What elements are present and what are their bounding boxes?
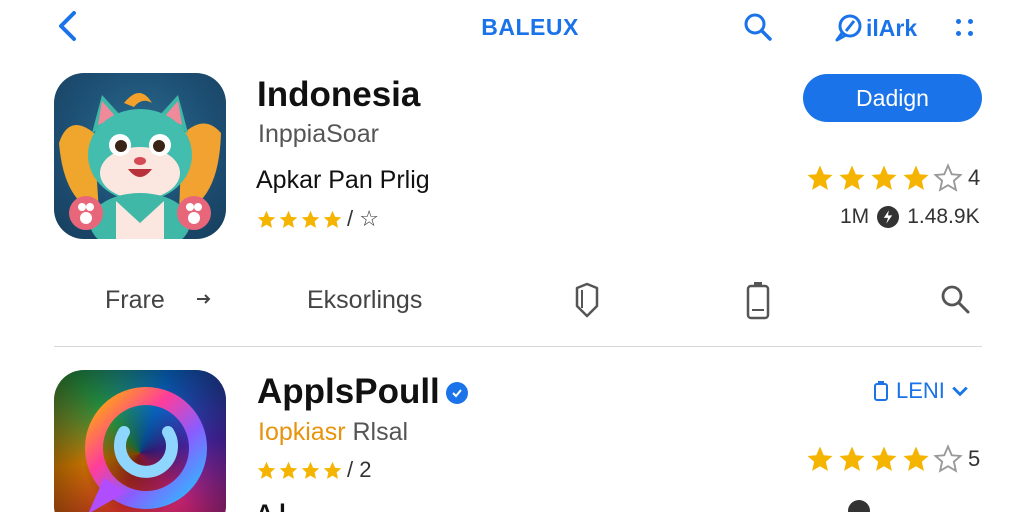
battery-icon	[874, 381, 888, 401]
app-description-partial: A l	[256, 500, 286, 512]
chat-bubble-icon	[85, 387, 207, 512]
star-icon	[323, 210, 342, 228]
star-icon	[807, 165, 833, 190]
rating-count: 5	[968, 446, 981, 471]
account-link[interactable]: ilArk	[832, 14, 917, 42]
cat-mascot-icon	[59, 93, 221, 239]
star-icon	[257, 210, 276, 228]
app-title[interactable]: ApplsPoull	[257, 372, 468, 412]
star-icon	[871, 446, 897, 471]
star-icon	[279, 461, 298, 479]
chat-bubble-icon	[835, 14, 862, 42]
star-icon	[903, 446, 929, 471]
app-icon-chat[interactable]	[54, 370, 226, 512]
open-button[interactable]: LENI	[872, 378, 969, 404]
shield-icon[interactable]	[570, 280, 604, 320]
review-count: 1.48.9K	[907, 205, 980, 228]
rating-tail: / ☆	[347, 206, 379, 231]
get-button[interactable]: Dadign	[803, 74, 982, 122]
star-icon	[903, 165, 929, 190]
download-meta: 1M 1.48.9K	[840, 205, 980, 229]
open-button-label: LENI	[896, 378, 945, 403]
star-icon	[301, 210, 320, 228]
rating-stars-small: / 2	[256, 457, 371, 483]
star-outline-icon	[933, 163, 963, 192]
bolt-icon	[848, 500, 870, 512]
app-subtitle: InppiaSoar	[258, 120, 379, 148]
app-title[interactable]: Indonesia	[257, 75, 420, 115]
rating-stars-large: 5	[805, 444, 980, 474]
rating-stars-large: 4	[805, 163, 980, 193]
app-description: Apkar Pan Prlig	[256, 166, 430, 194]
star-icon	[279, 210, 298, 228]
grid-dots-icon[interactable]	[954, 17, 976, 39]
app-subtitle-rest: Rlsal	[352, 418, 409, 446]
search-icon[interactable]	[741, 10, 775, 44]
tabs-row: Frare Eksorlings	[0, 270, 1024, 330]
app-subtitle: Iopkiasr Rlsal	[258, 418, 408, 447]
star-icon	[301, 461, 320, 479]
back-chevron-icon[interactable]	[52, 8, 84, 44]
app-subtitle-accent: Iopkiasr	[258, 418, 346, 446]
arrow-right-icon	[197, 294, 211, 304]
top-bar: BALEUX ilArk	[0, 0, 1024, 56]
star-icon	[839, 165, 865, 190]
star-icon	[839, 446, 865, 471]
star-icon	[807, 446, 833, 471]
app-title-text: ApplsPoull	[257, 372, 440, 411]
download-meta-partial	[848, 500, 870, 512]
verified-badge-icon	[445, 382, 468, 404]
rating-tail: / 2	[347, 457, 372, 482]
section-divider	[54, 346, 982, 347]
tab-frare[interactable]: Frare	[105, 286, 165, 315]
rating-count: 4	[968, 165, 981, 190]
bolt-icon	[877, 206, 900, 228]
account-link-label: ilArk	[866, 14, 918, 41]
rating-stars-small: / ☆	[256, 206, 379, 232]
battery-icon[interactable]	[741, 280, 775, 320]
star-outline-icon	[933, 444, 963, 473]
nav-title: BALEUX	[481, 14, 579, 40]
chevron-down-icon	[952, 386, 968, 397]
star-icon	[323, 461, 342, 479]
star-icon	[257, 461, 276, 479]
search-icon[interactable]	[938, 280, 972, 320]
download-count: 1M	[840, 205, 870, 228]
tab-eksorlings[interactable]: Eksorlings	[307, 286, 422, 315]
star-icon	[871, 165, 897, 190]
app-icon-cat-mascot[interactable]	[54, 73, 226, 239]
